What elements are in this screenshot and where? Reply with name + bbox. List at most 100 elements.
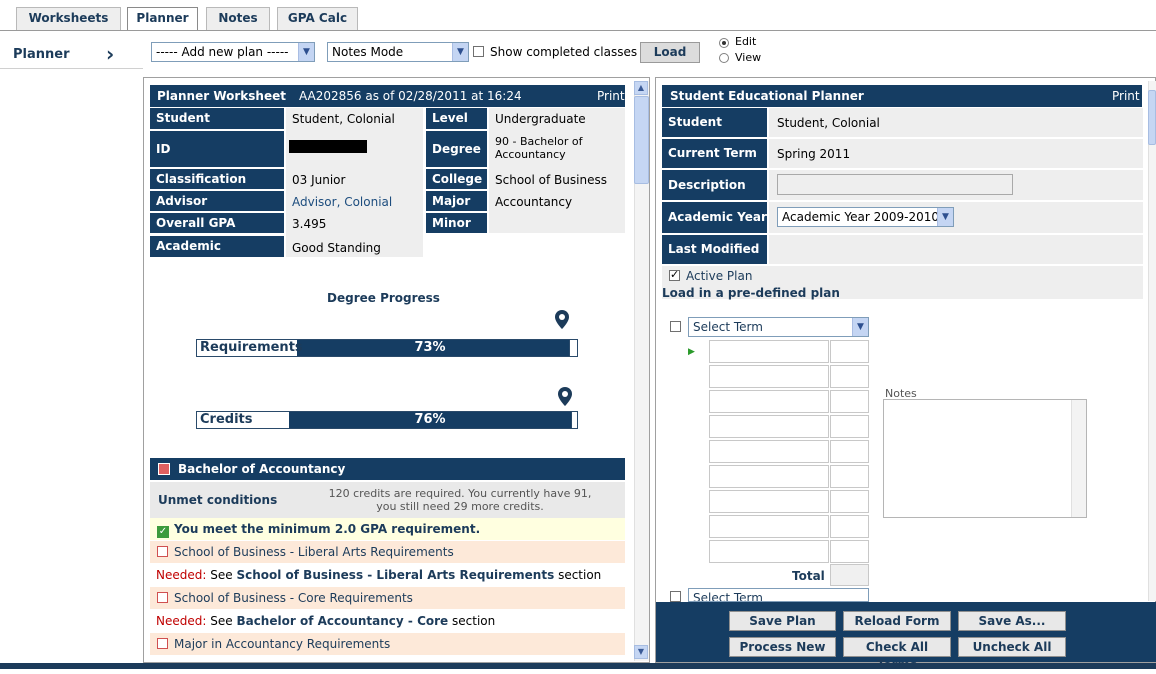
gpa-met-text: You meet the minimum 2.0 GPA requirement…	[174, 522, 481, 536]
see-label: See	[210, 568, 233, 582]
course-field[interactable]	[709, 365, 829, 388]
term-checkbox-2[interactable]	[670, 591, 681, 602]
edit-label: Edit	[735, 35, 757, 48]
credits-field[interactable]	[830, 440, 869, 463]
see-label: See	[210, 614, 233, 628]
tab-divider	[0, 30, 1156, 31]
req-liberal-arts-text: School of Business - Liberal Arts Requir…	[174, 545, 454, 559]
req-liberal-arts-row[interactable]: School of Business - Liberal Arts Requir…	[150, 541, 625, 563]
total-credits-field	[830, 564, 869, 586]
requirements-progress-rest	[569, 340, 577, 356]
credits-field[interactable]	[830, 540, 869, 563]
worksheet-subtitle: AA202856 as of 02/28/2011 at 16:24	[299, 89, 522, 103]
course-field[interactable]	[709, 390, 829, 413]
gpa-label: Overall GPA	[150, 213, 284, 233]
active-plan-checkbox[interactable]: ✓	[669, 268, 680, 281]
credits-field[interactable]	[830, 365, 869, 388]
liberal-arts-link[interactable]: School of Business - Liberal Arts Requir…	[236, 568, 554, 582]
credits-field[interactable]	[830, 490, 869, 513]
worksheet-print-link[interactable]: Print	[597, 89, 625, 103]
chevron-down-icon: ▼	[298, 43, 314, 61]
advisor-label: Advisor	[150, 191, 284, 211]
unchecked-box-icon	[157, 638, 168, 649]
course-field[interactable]	[709, 490, 829, 513]
needed-label: Needed:	[156, 568, 207, 582]
classification-label: Classification	[150, 169, 284, 189]
level-value: Undergraduate	[495, 112, 586, 126]
predefined-plan-link[interactable]: Load in a pre-defined plan	[662, 286, 840, 300]
level-label: Level	[426, 108, 487, 129]
academic-year-label: Academic Year	[662, 202, 767, 233]
credits-field[interactable]	[830, 340, 869, 363]
req-major-text: Major in Accountancy Requirements	[174, 637, 391, 651]
view-label: View	[735, 51, 762, 64]
course-field[interactable]	[709, 440, 829, 463]
select-term-value-2: Select Term	[693, 591, 763, 602]
edit-radio[interactable]	[719, 38, 729, 48]
term-checkbox[interactable]	[670, 321, 681, 332]
core-link[interactable]: Bachelor of Accountancy - Core	[236, 614, 448, 628]
req-major-row[interactable]: Major in Accountancy Requirements	[150, 633, 625, 655]
course-field[interactable]	[709, 465, 829, 488]
scroll-down-icon[interactable]: ▼	[634, 645, 648, 659]
student-value: Student, Colonial	[292, 112, 395, 126]
save-as-button[interactable]: Save As...	[958, 611, 1066, 631]
planner-print-link[interactable]: Print	[1112, 89, 1140, 103]
select-term-value: Select Term	[693, 320, 763, 334]
course-field[interactable]	[709, 515, 829, 538]
planner-scrollbar[interactable]	[1148, 81, 1156, 601]
load-button[interactable]: Load	[640, 42, 700, 63]
add-plan-select[interactable]: ----- Add new plan ----- ▼	[151, 42, 315, 62]
credits-field[interactable]	[830, 415, 869, 438]
show-completed-label: Show completed classes	[490, 45, 638, 59]
scroll-thumb[interactable]	[634, 96, 649, 184]
course-field[interactable]	[709, 340, 829, 363]
course-field[interactable]	[709, 540, 829, 563]
credits-percent: 76%	[414, 412, 446, 427]
scroll-up-icon[interactable]: ▲	[634, 81, 648, 95]
gpa-met-row: ✓ You meet the minimum 2.0 GPA requiremen…	[150, 518, 625, 540]
notes-scrollbar[interactable]	[1071, 400, 1086, 517]
req-core-row[interactable]: School of Business - Core Requirements	[150, 587, 625, 609]
tab-worksheets[interactable]: Worksheets	[16, 7, 121, 30]
right-values-bg	[489, 108, 625, 233]
planner-scroll-thumb[interactable]	[1148, 90, 1156, 145]
unmet-text-line2: you still need 29 more credits.	[376, 500, 544, 513]
credits-field[interactable]	[830, 465, 869, 488]
chevron-right-icon[interactable]: ›	[106, 42, 114, 66]
sidebar-item-planner[interactable]: Planner	[13, 47, 70, 62]
advisor-value[interactable]: Advisor, Colonial	[292, 195, 392, 209]
show-completed-checkbox[interactable]	[473, 46, 484, 57]
student-label: Student	[150, 108, 284, 129]
planner-title: Student Educational Planner	[670, 89, 864, 103]
mode-select[interactable]: Notes Mode ▼	[327, 42, 469, 62]
section-label: section	[558, 568, 602, 582]
check-all-terms-button[interactable]: Check All Terms	[843, 637, 951, 672]
reload-form-button[interactable]: Reload Form	[843, 611, 951, 631]
current-term-value: Spring 2011	[777, 147, 851, 161]
major-value: Accountancy	[495, 195, 573, 209]
description-input[interactable]	[777, 174, 1013, 195]
unchecked-box-icon	[157, 592, 168, 603]
select-term-dropdown[interactable]: Select Term ▼	[688, 317, 869, 337]
tab-planner[interactable]: Planner	[127, 7, 198, 31]
chevron-down-icon: ▼	[937, 208, 953, 226]
sidebar-divider	[0, 68, 143, 69]
notes-textarea[interactable]	[883, 399, 1087, 518]
view-radio[interactable]	[719, 53, 729, 63]
select-term-dropdown-2[interactable]: Select Term	[688, 588, 869, 602]
degree-label: Degree	[426, 131, 487, 167]
active-plan-label: Active Plan	[686, 269, 753, 283]
tab-gpa-calc[interactable]: GPA Calc	[277, 7, 358, 30]
uncheck-all-button[interactable]: Uncheck All	[958, 637, 1066, 657]
course-field[interactable]	[709, 415, 829, 438]
credits-field[interactable]	[830, 515, 869, 538]
map-pin-icon	[553, 309, 571, 336]
academic-year-select[interactable]: Academic Year 2009-2010 ▼	[777, 207, 954, 227]
credits-field[interactable]	[830, 390, 869, 413]
bottom-strip	[0, 663, 1156, 669]
save-plan-button[interactable]: Save Plan	[729, 611, 836, 631]
needed-liberal-arts-row: Needed: See School of Business - Liberal…	[150, 564, 625, 586]
tab-notes[interactable]: Notes	[206, 7, 270, 30]
process-new-button[interactable]: Process New	[729, 637, 836, 657]
